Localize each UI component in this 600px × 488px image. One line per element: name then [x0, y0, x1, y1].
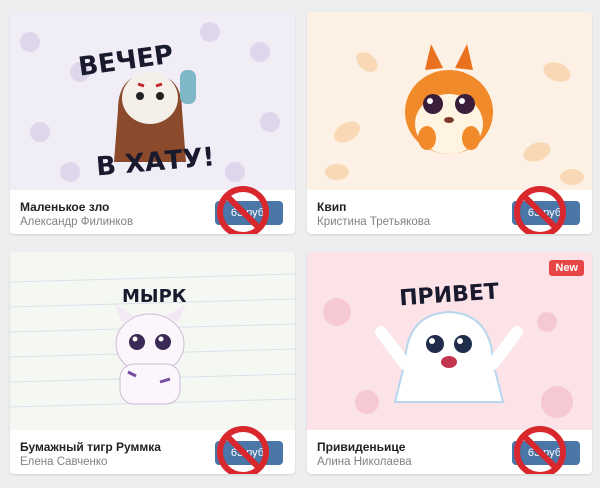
new-badge: New — [549, 260, 584, 276]
sticker-info: Маленькое зло Александр Филинков 63 руб. — [10, 186, 295, 234]
sticker-preview[interactable]: ВЕЧЕР В ХАТУ! — [10, 12, 295, 190]
sticker-info: Квип Кристина Третьякова 63 руб. — [307, 186, 592, 234]
sticker-caption-top: МЫРК — [122, 286, 187, 307]
sticker-title: Бумажный тигр Руммка — [20, 440, 161, 454]
sticker-grid: ВЕЧЕР В ХАТУ! Маленькое зло Александр Фи… — [0, 0, 600, 488]
sticker-card[interactable]: ПРИВЕТ New Привиденьице Алина Николаева … — [307, 252, 592, 474]
buy-button[interactable]: 63 руб. — [215, 441, 283, 465]
sticker-author: Елена Савченко — [20, 456, 108, 468]
sticker-author: Александр Филинков — [20, 216, 134, 228]
sticker-title: Маленькое зло — [20, 200, 110, 214]
sticker-title: Привиденьице — [317, 440, 406, 454]
sticker-info: Привиденьице Алина Николаева 63 руб. — [307, 426, 592, 474]
sticker-author: Кристина Третьякова — [317, 216, 431, 228]
sticker-card[interactable]: ВЕЧЕР В ХАТУ! Маленькое зло Александр Фи… — [10, 12, 295, 234]
sticker-preview[interactable]: ПРИВЕТ New — [307, 252, 592, 430]
sticker-info: Бумажный тигр Руммка Елена Савченко 63 р… — [10, 426, 295, 474]
sticker-preview[interactable] — [307, 12, 592, 190]
sticker-preview[interactable]: МЫРК — [10, 252, 295, 430]
sticker-card[interactable]: МЫРК Бумажный тигр Руммка Елена Савченко… — [10, 252, 295, 474]
buy-button[interactable]: 63 руб. — [512, 201, 580, 225]
sticker-author: Алина Николаева — [317, 456, 412, 468]
buy-button[interactable]: 63 руб. — [215, 201, 283, 225]
sticker-title: Квип — [317, 200, 347, 214]
buy-button[interactable]: 63 руб. — [512, 441, 580, 465]
sticker-card[interactable]: Квип Кристина Третьякова 63 руб. — [307, 12, 592, 234]
